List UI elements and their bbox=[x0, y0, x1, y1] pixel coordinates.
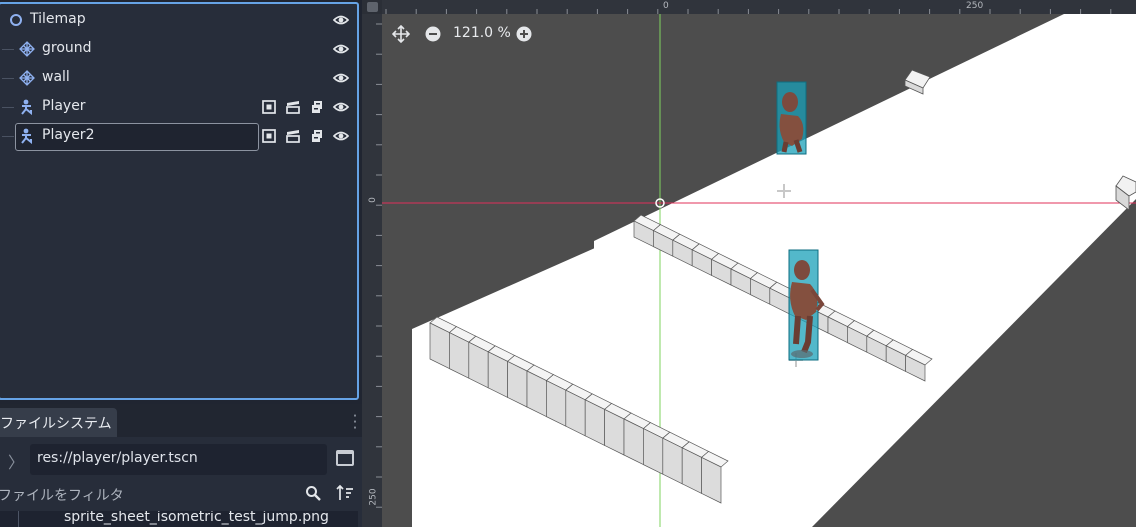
visibility-eye-icon[interactable] bbox=[333, 128, 349, 144]
ruler-corner bbox=[362, 0, 382, 14]
tree-guide-line bbox=[18, 511, 48, 527]
tree-item-label: Player bbox=[42, 98, 86, 114]
clapperboard-icon[interactable] bbox=[285, 128, 301, 144]
tree-item-label: ground bbox=[42, 40, 92, 56]
player2-sprite bbox=[788, 249, 825, 361]
zoom-out-icon[interactable] bbox=[425, 26, 441, 42]
ruler-label: 250 bbox=[368, 488, 379, 506]
filesystem-panel: ファイルシステム · · · 〉 res://player/player.tscn … bbox=[0, 404, 362, 527]
script-icon[interactable] bbox=[309, 99, 325, 115]
canvas-viewport[interactable]: 0 250 0 250 121.0 % bbox=[362, 0, 1136, 527]
instance-scene-icon[interactable] bbox=[261, 99, 277, 115]
tree-guide-line bbox=[2, 49, 14, 50]
ruler-label: 0 bbox=[663, 1, 669, 11]
filesystem-tab-bar: ファイルシステム · · · bbox=[0, 404, 362, 437]
player-sprite bbox=[776, 81, 807, 155]
path-field[interactable]: res://player/player.tscn bbox=[30, 444, 327, 475]
tree-item-label: wall bbox=[42, 69, 70, 85]
visibility-eye-icon[interactable] bbox=[333, 41, 349, 57]
tree-item-player[interactable]: Player bbox=[0, 93, 357, 122]
tilemap-layer-icon bbox=[19, 41, 35, 57]
top-ruler: 0 250 bbox=[382, 0, 1136, 14]
file-name: sprite_sheet_isometric_test_jump.png bbox=[64, 511, 329, 525]
left-ruler: 0 250 bbox=[362, 14, 382, 527]
file-list-item[interactable]: sprite_sheet_isometric_test_jump.png bbox=[0, 511, 358, 527]
kebab-menu-icon[interactable]: · · · bbox=[349, 409, 361, 436]
tree-item-label: Player2 bbox=[42, 127, 95, 143]
tree-guide-line bbox=[2, 107, 14, 108]
tree-item-wall[interactable]: wall bbox=[0, 64, 357, 93]
zoom-level-label[interactable]: 121.0 % bbox=[453, 25, 511, 41]
tree-item-player2[interactable]: Player2 bbox=[0, 122, 357, 151]
tree-item-label: Tilemap bbox=[30, 11, 86, 27]
ruler-ticks bbox=[376, 23, 382, 508]
visibility-eye-icon[interactable] bbox=[333, 70, 349, 86]
chevron-right-icon[interactable]: 〉 bbox=[8, 449, 24, 473]
tree-item-tilemap[interactable]: Tilemap bbox=[0, 6, 357, 35]
sort-icon[interactable] bbox=[336, 484, 354, 502]
search-icon bbox=[306, 486, 321, 501]
tree-item-ground[interactable]: ground bbox=[0, 35, 357, 64]
character-body-icon bbox=[21, 99, 32, 115]
split-view-icon[interactable] bbox=[336, 450, 354, 466]
node2d-circle-icon bbox=[10, 14, 22, 26]
visibility-eye-icon[interactable] bbox=[333, 99, 349, 115]
ruler-label: 0 bbox=[367, 197, 378, 203]
center-view-icon[interactable] bbox=[392, 25, 410, 43]
ruler-ticks bbox=[385, 9, 1112, 14]
character-body-icon bbox=[21, 128, 32, 144]
ruler-label: 250 bbox=[966, 1, 984, 11]
clapperboard-icon[interactable] bbox=[285, 99, 301, 115]
tab-filesystem[interactable]: ファイルシステム bbox=[0, 408, 117, 437]
instance-scene-icon[interactable] bbox=[261, 128, 277, 144]
file-filter-input[interactable]: ファイルをフィルタ bbox=[0, 485, 124, 505]
tree-guide-line bbox=[2, 136, 14, 137]
scene-canvas bbox=[382, 14, 1136, 527]
tree-guide-line bbox=[2, 78, 14, 79]
scene-tree-panel: Tilemap ground wall Player Player2 bbox=[0, 2, 359, 400]
visibility-eye-icon[interactable] bbox=[333, 12, 349, 28]
script-icon[interactable] bbox=[309, 128, 325, 144]
zoom-in-icon[interactable] bbox=[516, 26, 532, 42]
tilemap-layer-icon bbox=[19, 70, 35, 86]
